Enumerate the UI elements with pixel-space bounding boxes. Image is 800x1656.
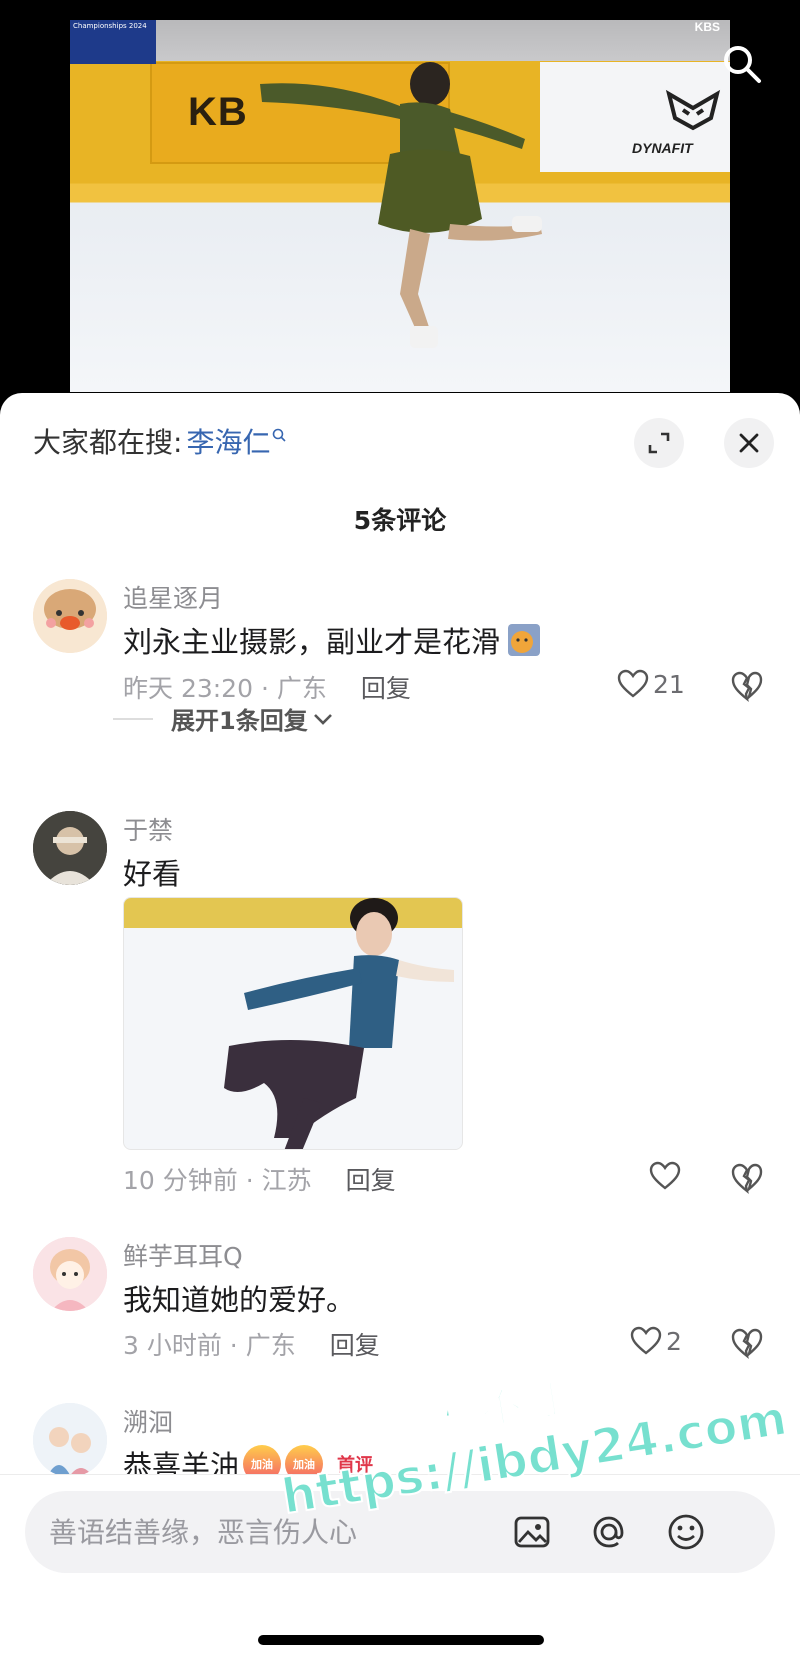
broadcaster-logo: KBS [694,20,720,34]
heart-icon [617,669,649,698]
expand-replies-label: 展开1条回复 [171,707,308,735]
avatar-person-icon [33,811,107,885]
heart-icon [630,1326,662,1355]
comment-input[interactable] [49,1507,509,1557]
hot-search: 大家都在搜: 李海仁 [33,421,287,461]
comment-text: 我知道她的爱好。 [123,1283,356,1317]
expand-replies-button[interactable]: 展开1条回复 [113,701,334,736]
like-count: 2 [666,1326,682,1356]
search-icon[interactable] [720,42,764,86]
like-button[interactable]: 21 [617,669,685,699]
skater-photo-image [124,898,462,1149]
broken-heart-icon[interactable] [730,1327,764,1359]
reply-button[interactable]: 回复 [330,1326,380,1362]
avatar[interactable] [33,811,107,885]
close-button[interactable] [724,418,774,468]
expand-icon [648,432,670,454]
avatar[interactable] [33,1237,107,1311]
cat-emoji-icon [508,624,541,656]
at-icon[interactable] [588,1511,630,1553]
score-overlay: Championships 2024 [70,20,156,64]
comment-image[interactable] [123,897,463,1150]
avatar-girl-icon [33,1237,107,1311]
hot-search-prefix: 大家都在搜: [33,426,183,459]
score-text: Championships 2024 [73,22,147,30]
home-indicator[interactable] [258,1635,544,1645]
comment-text: 刘永主业摄影，副业才是花滑 [123,619,542,661]
skater-figure [260,62,542,348]
comment-username[interactable]: 于禁 [123,811,173,847]
comment-time-location: 昨天 23:20 · 广东 [123,674,327,703]
avatar[interactable] [33,579,107,653]
comment-text-content: 刘永主业摄影，副业才是花滑 [123,625,501,659]
hot-search-term-link[interactable]: 李海仁 [186,421,270,461]
broken-heart-icon[interactable] [730,1162,764,1194]
like-button[interactable] [649,1161,685,1191]
like-button[interactable]: 2 [630,1326,682,1356]
image-icon[interactable] [511,1511,553,1553]
emoji-icon[interactable] [665,1511,707,1553]
board-text: KB [188,90,248,134]
broken-heart-icon[interactable] [730,670,764,702]
video-frame: KB DYNAFIT Championships 2024 KBS [70,20,730,392]
comment-username[interactable]: 溯洄 [123,1403,173,1439]
reply-button[interactable]: 回复 [346,1161,396,1197]
comment-username[interactable]: 鲜芋耳耳Q [123,1237,243,1273]
avatar-couple-icon [33,1403,107,1477]
sponsor-logo-icon [665,89,721,131]
close-icon [739,433,759,453]
comment-time-location: 10 分钟前 · 江苏 [123,1166,312,1195]
avatar[interactable] [33,1403,107,1477]
like-count: 21 [653,669,685,699]
comment-meta: 10 分钟前 · 江苏 回复 [123,1161,396,1197]
comment-username[interactable]: 追星逐月 [123,579,223,615]
chevron-down-icon [313,713,332,725]
heart-icon [649,1161,681,1190]
comment-meta: 3 小时前 · 广东 回复 [123,1326,380,1362]
divider-line [113,717,153,720]
expand-button[interactable] [634,418,684,468]
comment-time-location: 3 小时前 · 广东 [123,1331,296,1360]
comment-meta: 昨天 23:20 · 广东 回复 [123,669,411,705]
comment-text: 好看 [123,857,182,891]
sponsor-text: DYNAFIT [632,140,693,156]
reply-button[interactable]: 回复 [361,669,411,705]
comment-count: 5条评论 [353,506,447,535]
video-player[interactable]: KB DYNAFIT Championships 2024 KBS [0,0,800,405]
search-icon [273,428,287,442]
avatar-duck-icon [33,579,107,653]
